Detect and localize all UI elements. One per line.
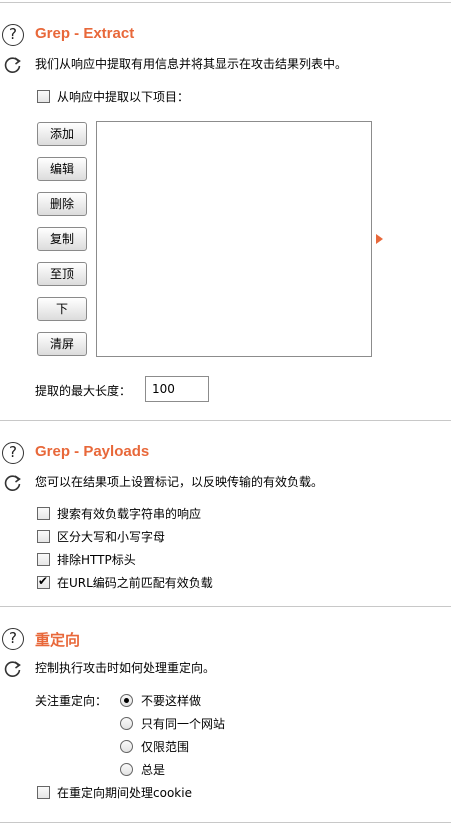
process-cookies-label: 在重定向期间处理cookie — [57, 785, 192, 800]
redirect-same-site-label: 只有同一个网站 — [141, 716, 226, 731]
refresh-icon[interactable] — [3, 473, 23, 493]
redirect-radio-row[interactable]: 只有同一个网站 — [120, 715, 225, 731]
section-title-extract: Grep - Extract — [35, 25, 135, 42]
add-button[interactable]: 添加 — [37, 122, 87, 146]
payload-option-row[interactable]: 排除HTTP标头 — [37, 551, 136, 567]
redirect-in-scope-radio[interactable] — [120, 739, 133, 753]
redirect-never-label: 不要这样做 — [141, 693, 202, 708]
redirect-always-radio[interactable] — [120, 762, 133, 776]
exclude-http-headers-label: 排除HTTP标头 — [57, 552, 136, 567]
max-length-label: 提取的最大长度： — [35, 384, 132, 398]
bottom-divider — [0, 822, 451, 823]
section-title-redirect: 重定向 — [35, 632, 81, 649]
exclude-http-headers-checkbox[interactable] — [37, 552, 50, 566]
max-length-input[interactable]: 100 — [145, 376, 209, 402]
payload-option-row[interactable]: 在URL编码之前匹配有效负载 — [37, 574, 213, 590]
redirect-same-site-radio[interactable] — [120, 716, 133, 730]
process-cookies-row[interactable]: 在重定向期间处理cookie — [37, 784, 192, 800]
move-down-button[interactable]: 下 — [37, 297, 87, 321]
redirect-never-radio[interactable] — [120, 693, 133, 707]
redirect-radio-row[interactable]: 总是 — [120, 761, 165, 777]
redirect-radio-row[interactable]: 不要这样做 — [120, 692, 201, 708]
section-title-payloads: Grep - Payloads — [35, 443, 150, 460]
redirect-in-scope-label: 仅限范围 — [141, 739, 190, 754]
case-sensitive-label: 区分大写和小写字母 — [57, 529, 166, 544]
follow-redirects-label: 关注重定向： — [35, 694, 108, 708]
extract-items-checkbox[interactable] — [37, 89, 50, 103]
help-icon[interactable]: ? — [2, 442, 24, 464]
section-divider — [0, 420, 451, 421]
search-payload-checkbox[interactable] — [37, 506, 50, 520]
case-sensitive-checkbox[interactable] — [37, 529, 50, 543]
search-payload-label: 搜索有效负载字符串的响应 — [57, 506, 202, 521]
delete-button[interactable]: 删除 — [37, 192, 87, 216]
redirect-radio-row[interactable]: 仅限范围 — [120, 738, 189, 754]
refresh-icon[interactable] — [3, 659, 23, 679]
section-description-redirect: 控制执行攻击时如何处理重定向。 — [35, 661, 216, 675]
move-to-top-button[interactable]: 至顶 — [37, 262, 87, 286]
copy-button[interactable]: 复制 — [37, 227, 87, 251]
help-icon[interactable]: ? — [2, 628, 24, 650]
match-before-url-encoding-label: 在URL编码之前匹配有效负载 — [57, 575, 213, 590]
match-before-url-encoding-checkbox[interactable] — [37, 574, 50, 589]
section-description-payloads: 您可以在结果项上设置标记，以反映传输的有效负载。 — [35, 475, 324, 489]
top-divider — [0, 2, 451, 3]
redirect-always-label: 总是 — [141, 762, 166, 777]
refresh-icon[interactable] — [3, 55, 23, 75]
process-cookies-checkbox[interactable] — [37, 785, 50, 799]
extract-items-checkbox-label: 从响应中提取以下项目： — [57, 89, 190, 104]
extract-items-checkbox-row[interactable]: 从响应中提取以下项目： — [37, 88, 189, 104]
clear-button[interactable]: 清屏 — [37, 332, 87, 356]
section-divider — [0, 606, 451, 607]
payload-option-row[interactable]: 区分大写和小写字母 — [37, 528, 165, 544]
edit-button[interactable]: 编辑 — [37, 157, 87, 181]
section-description-extract: 我们从响应中提取有用信息并将其显示在攻击结果列表中。 — [35, 57, 348, 71]
extract-items-list[interactable] — [96, 121, 372, 357]
payload-option-row[interactable]: 搜索有效负载字符串的响应 — [37, 505, 201, 521]
help-icon[interactable]: ? — [2, 24, 24, 46]
expand-arrow-icon[interactable] — [376, 234, 383, 244]
